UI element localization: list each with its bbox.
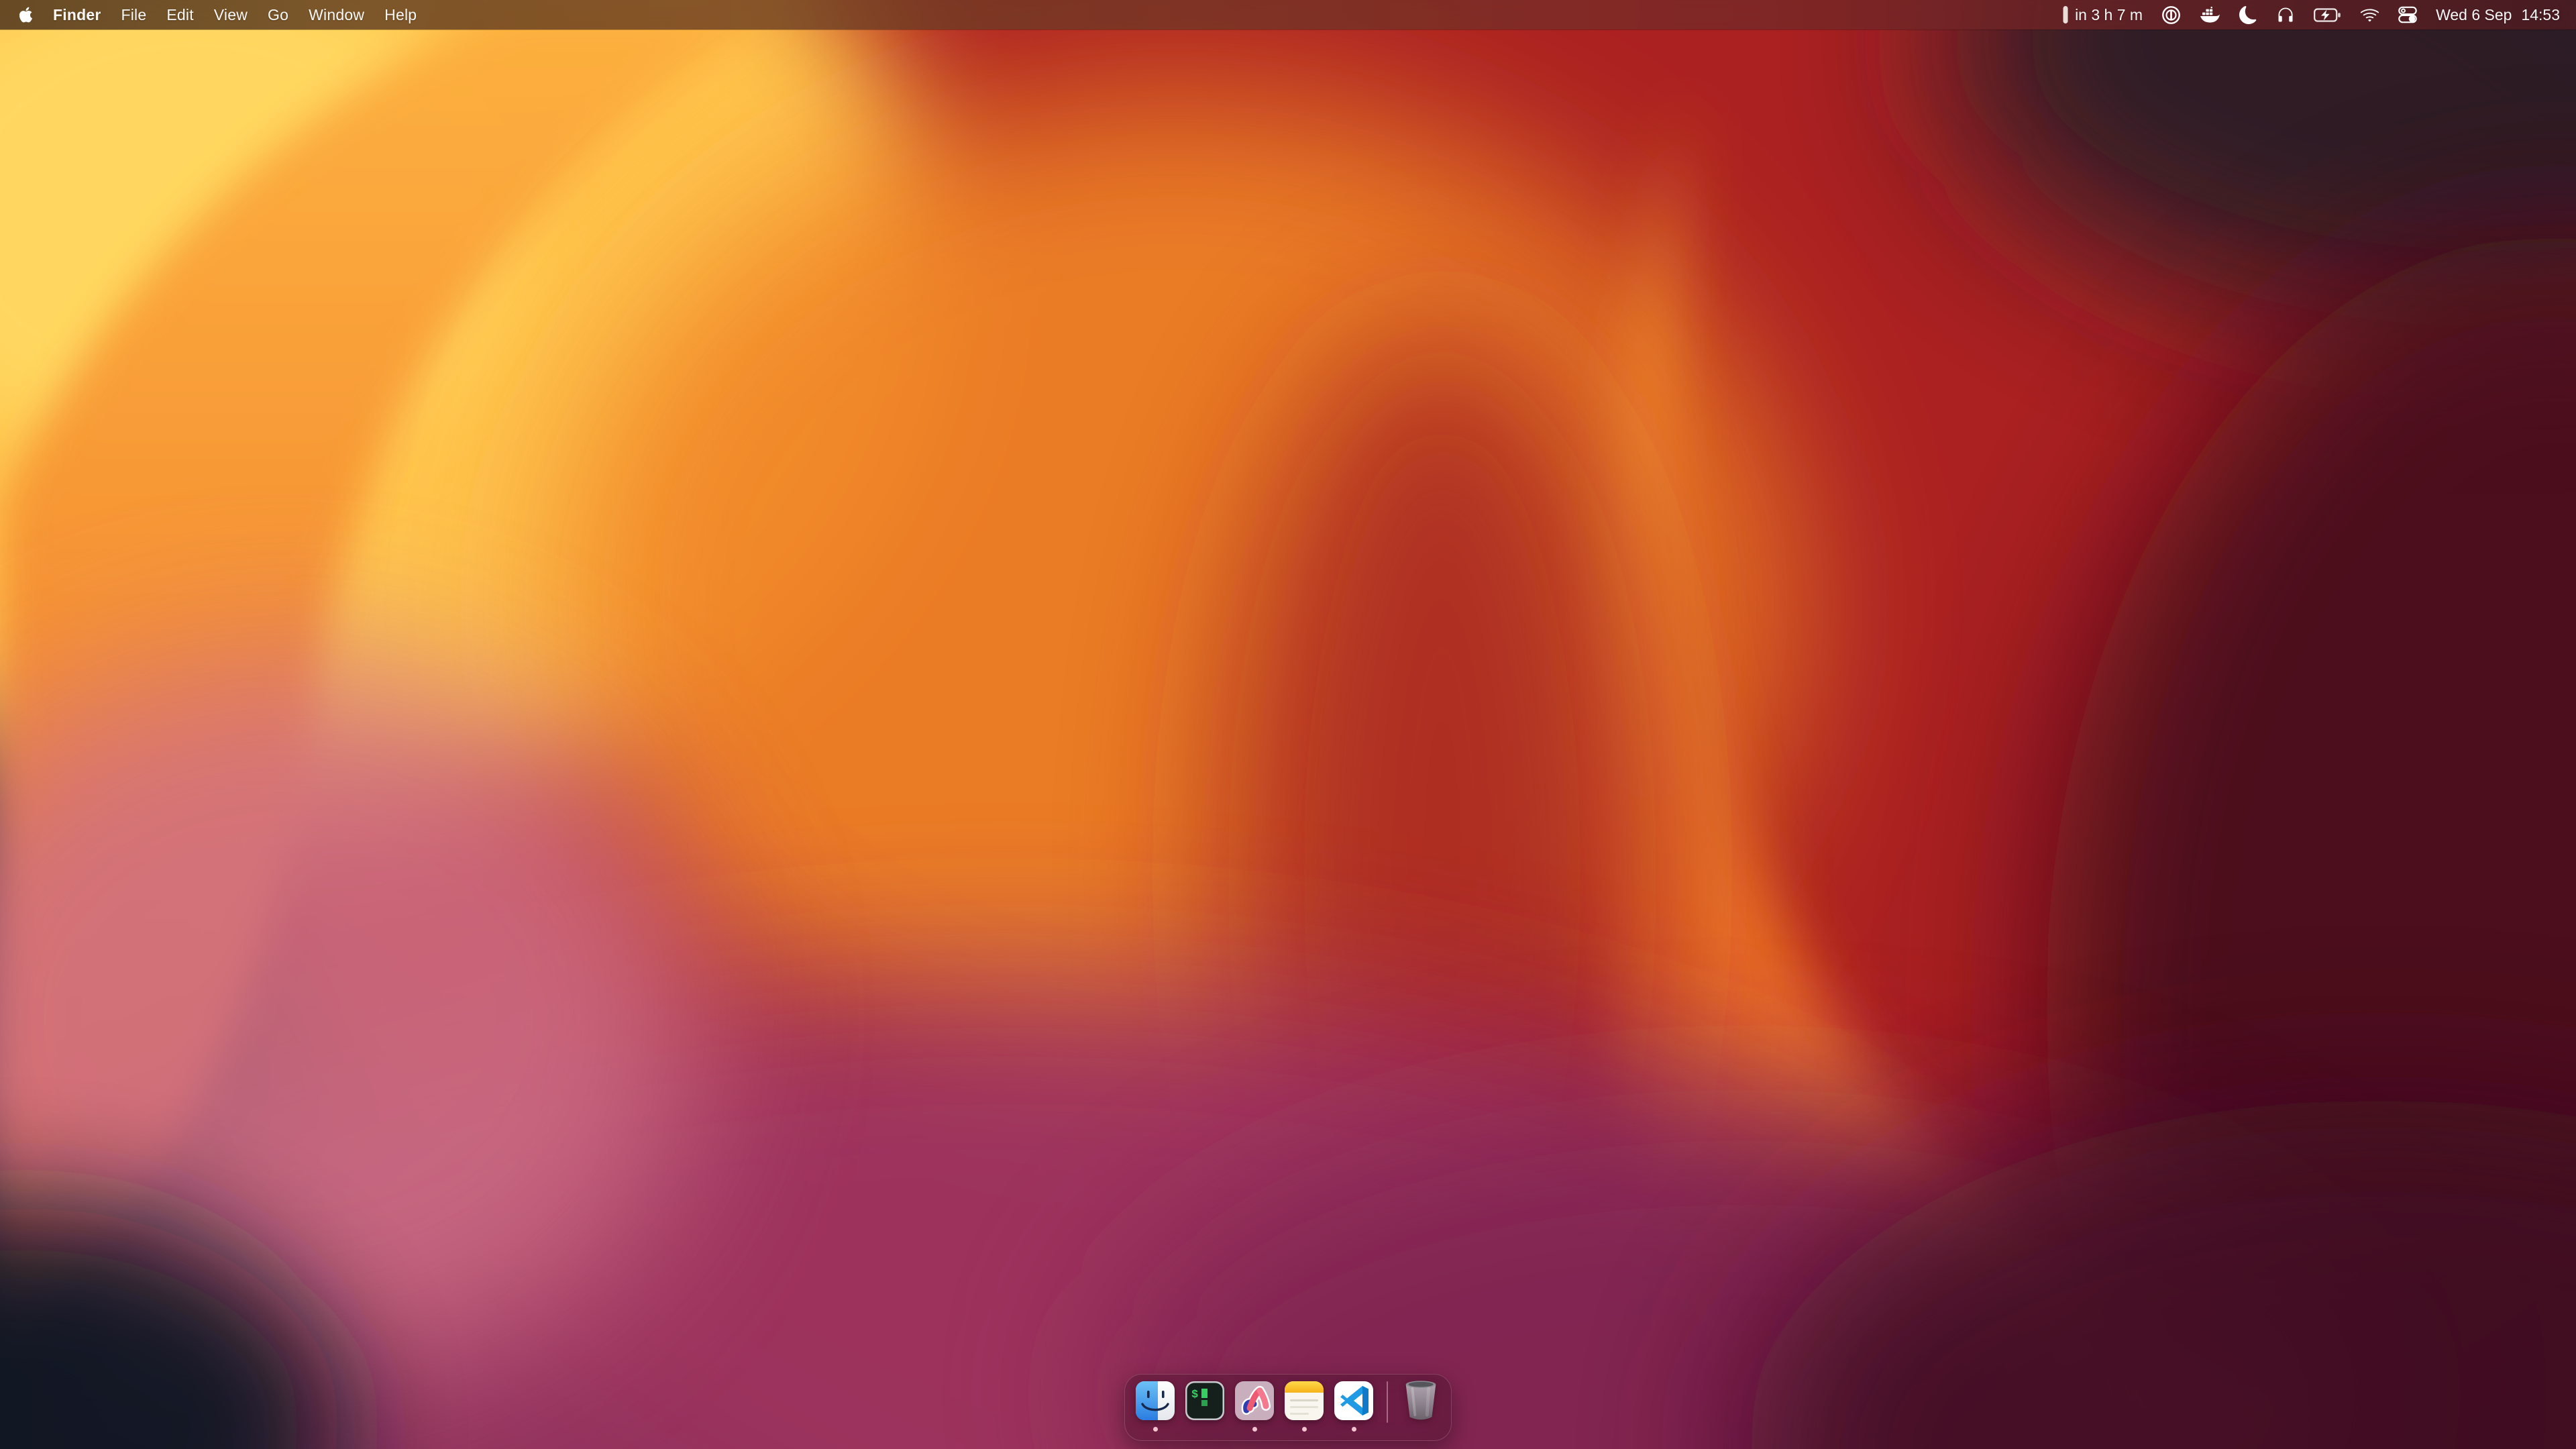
menu-help[interactable]: Help xyxy=(384,0,417,30)
focus-status[interactable] xyxy=(2239,0,2257,30)
dock-notes[interactable] xyxy=(1285,1381,1324,1432)
running-indicator xyxy=(1252,1427,1257,1432)
running-indicator xyxy=(1352,1427,1356,1432)
arc-browser-icon xyxy=(1235,1381,1274,1420)
svg-text:$: $ xyxy=(1191,1389,1198,1401)
desktop: Finder File Edit View Go Window Help in … xyxy=(0,0,2576,1449)
dock-separator xyxy=(1387,1381,1388,1423)
battery-status[interactable] xyxy=(2314,0,2341,30)
menu-bar: Finder File Edit View Go Window Help in … xyxy=(0,0,2576,30)
battery-charging-icon xyxy=(2314,7,2341,23)
menu-file[interactable]: File xyxy=(121,0,146,30)
menu-edit[interactable]: Edit xyxy=(166,0,193,30)
notes-icon xyxy=(1285,1381,1324,1420)
dock: $ xyxy=(1124,1374,1452,1441)
menu-view[interactable]: View xyxy=(214,0,248,30)
running-indicator xyxy=(1302,1427,1307,1432)
clock-date: Wed 6 Sep xyxy=(2436,6,2512,24)
headphones-icon xyxy=(2276,5,2295,24)
clock-time: 14:53 xyxy=(2521,6,2560,24)
menu-bar-status: in 3 h 7 m xyxy=(2063,0,2576,30)
control-center-status[interactable] xyxy=(2398,0,2417,30)
wifi-icon xyxy=(2360,5,2379,25)
finder-icon xyxy=(1136,1381,1175,1420)
control-center-icon xyxy=(2398,5,2417,24)
menu-bar-clock[interactable]: Wed 6 Sep 14:53 xyxy=(2436,0,2560,30)
trash-icon xyxy=(1402,1379,1440,1421)
wallpaper xyxy=(0,0,2576,1449)
timer-status[interactable]: in 3 h 7 m xyxy=(2063,0,2143,30)
docker-icon xyxy=(2200,7,2220,23)
keyhole-icon xyxy=(2161,5,2181,25)
password-manager-status[interactable] xyxy=(2161,0,2181,30)
timer-bar-icon xyxy=(2063,5,2068,24)
apple-icon xyxy=(19,6,33,23)
dock-trash[interactable] xyxy=(1401,1381,1440,1421)
wifi-status[interactable] xyxy=(2360,0,2379,30)
menu-go[interactable]: Go xyxy=(268,0,288,30)
docker-status[interactable] xyxy=(2200,0,2220,30)
dock-vscode[interactable] xyxy=(1334,1381,1373,1432)
vscode-icon xyxy=(1334,1381,1373,1420)
dock-arc[interactable] xyxy=(1235,1381,1274,1432)
moon-focus-icon xyxy=(2239,6,2257,24)
menu-window[interactable]: Window xyxy=(309,0,364,30)
audio-output-status[interactable] xyxy=(2276,0,2295,30)
dock-terminal[interactable]: $ xyxy=(1185,1381,1224,1420)
timer-text: in 3 h 7 m xyxy=(2075,6,2143,24)
apple-menu[interactable] xyxy=(19,6,33,23)
running-indicator xyxy=(1153,1427,1158,1432)
dock-finder[interactable] xyxy=(1136,1381,1175,1432)
menu-bar-left: Finder File Edit View Go Window Help xyxy=(0,0,417,30)
app-menu-finder[interactable]: Finder xyxy=(53,0,101,30)
terminal-icon: $ xyxy=(1185,1381,1224,1420)
